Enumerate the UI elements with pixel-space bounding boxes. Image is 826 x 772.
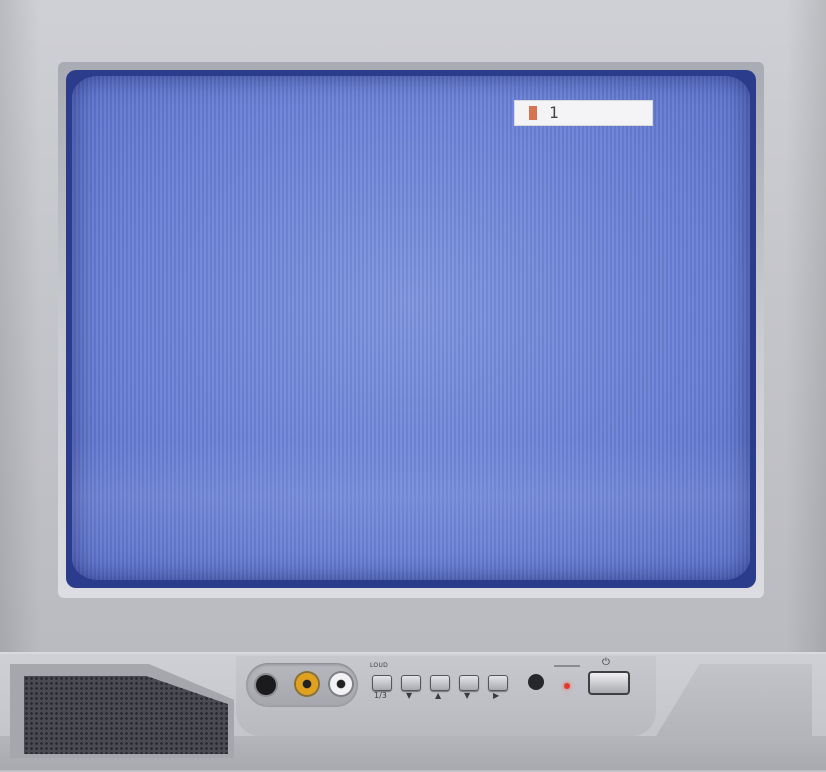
tv-left-shade bbox=[0, 0, 40, 660]
video-jack[interactable] bbox=[296, 673, 318, 695]
headphone-jack[interactable] bbox=[256, 675, 276, 695]
power-icon: ⏻ bbox=[602, 657, 610, 668]
screen-reflection bbox=[72, 440, 750, 580]
led-label-mark bbox=[554, 665, 580, 667]
volume-up-button[interactable] bbox=[430, 675, 450, 691]
audio-jack[interactable] bbox=[330, 673, 352, 695]
ir-sensor bbox=[528, 674, 544, 690]
channel-down-button[interactable] bbox=[459, 675, 479, 691]
button-sublabel-1: 1/3 bbox=[374, 691, 387, 700]
button-sublabel-2: ▼ bbox=[406, 691, 413, 700]
power-button[interactable] bbox=[588, 671, 630, 695]
button-sublabel-5: ▶ bbox=[493, 691, 500, 700]
button-sublabel-3: ▲ bbox=[435, 691, 442, 700]
button-sublabel-4: ▼ bbox=[464, 691, 471, 700]
channel-osd-box: 1 bbox=[514, 100, 653, 126]
button-label-loud: LOUD bbox=[370, 662, 389, 669]
loud-button[interactable] bbox=[372, 675, 392, 691]
power-led-icon bbox=[564, 683, 570, 689]
channel-up-button[interactable] bbox=[488, 675, 508, 691]
osd-marker bbox=[529, 106, 537, 120]
volume-down-button[interactable] bbox=[401, 675, 421, 691]
tv-right-shade bbox=[786, 0, 826, 660]
osd-channel-number: 1 bbox=[549, 103, 559, 122]
